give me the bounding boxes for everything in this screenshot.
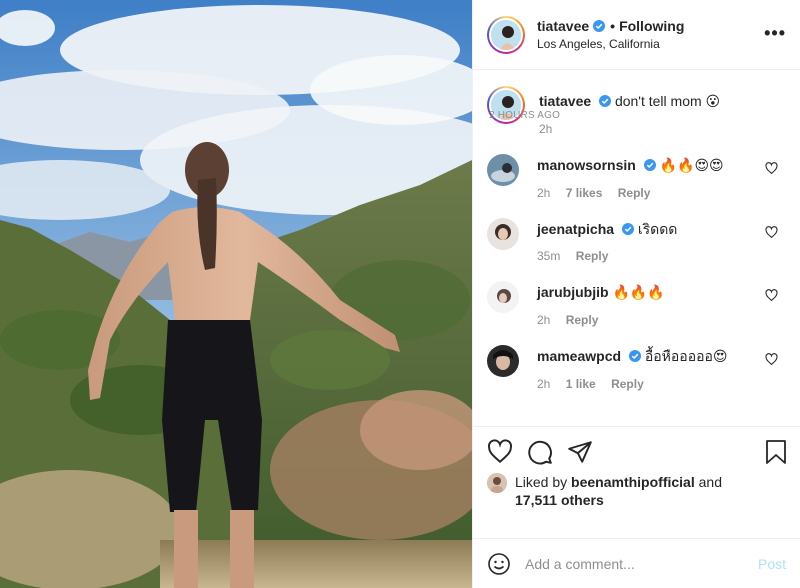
caption-text: don't tell mom: [614, 93, 702, 109]
instagram-post: tiatavee • Following Los Angeles, Califo…: [0, 0, 800, 588]
send-icon[interactable]: [567, 439, 593, 465]
following-button[interactable]: Following: [619, 17, 684, 35]
comment-item: jarubjubjib 🔥🔥🔥 2h Reply: [487, 281, 786, 327]
commenter-username[interactable]: jarubjubjib: [537, 284, 609, 300]
comment-text: อื้อหือออออ😍: [644, 349, 728, 365]
reply-button[interactable]: Reply: [576, 249, 609, 263]
comment-time: 2h: [537, 186, 551, 200]
comment-item: jeenatpicha เริดดด 35m Reply: [487, 218, 786, 263]
reply-button[interactable]: Reply: [611, 377, 644, 391]
comment-text: เริดดด: [637, 221, 678, 237]
likes-count[interactable]: 17,511 others: [515, 492, 604, 508]
commenter-username[interactable]: manowsornsin: [537, 157, 636, 173]
verified-badge-icon: [621, 223, 634, 235]
reply-button[interactable]: Reply: [618, 186, 651, 200]
comment-text: 🔥🔥😍😍: [659, 158, 724, 174]
reply-button[interactable]: Reply: [566, 313, 599, 327]
verified-badge-icon: [628, 350, 641, 362]
author-username[interactable]: tiatavee: [537, 17, 589, 35]
comment-time: 35m: [537, 249, 561, 263]
more-horizontal-icon[interactable]: •••: [764, 24, 786, 42]
heart-icon[interactable]: [765, 162, 778, 175]
add-comment-bar: Post: [473, 538, 800, 588]
comment-time: 2h: [537, 377, 551, 391]
heart-icon[interactable]: [765, 226, 778, 239]
verified-badge-icon: [643, 159, 656, 171]
comment-likes[interactable]: 7 likes: [566, 186, 603, 200]
author-avatar[interactable]: [487, 15, 525, 54]
comment-time: 2h: [537, 313, 551, 327]
comment-text: 🔥🔥🔥: [612, 285, 665, 301]
caption-username[interactable]: tiatavee: [539, 93, 591, 109]
caption-time: 2h: [539, 122, 553, 136]
comment-item: mameawpcd อื้อหือออออ😍 2h 1 like Reply: [487, 345, 786, 391]
heart-icon[interactable]: [487, 439, 513, 465]
comment-icon[interactable]: [527, 439, 553, 465]
verified-badge-icon: [593, 19, 606, 32]
add-comment-input[interactable]: [525, 555, 758, 572]
liked-by-prefix: Liked by: [515, 474, 568, 490]
commenter-avatar[interactable]: [487, 154, 519, 186]
heart-icon[interactable]: [765, 353, 778, 366]
caption-emoji: 😮: [705, 94, 721, 110]
likes-summary: Liked by beenamthipofficial and 17,511 o…: [487, 473, 786, 509]
commenter-username[interactable]: mameawpcd: [537, 348, 621, 364]
comment-item: manowsornsin 🔥🔥😍😍 2h 7 likes Reply: [487, 154, 786, 200]
commenter-avatar[interactable]: [487, 218, 519, 250]
smile-icon[interactable]: [487, 552, 511, 576]
heart-icon[interactable]: [765, 289, 778, 302]
post-image: [0, 0, 472, 588]
commenter-avatar[interactable]: [487, 281, 519, 313]
verified-badge-icon: [599, 95, 612, 107]
post-photo[interactable]: [0, 0, 472, 588]
post-sidebar: tiatavee • Following Los Angeles, Califo…: [472, 0, 800, 588]
commenter-avatar[interactable]: [487, 345, 519, 377]
liker-username[interactable]: beenamthipofficial: [571, 474, 695, 490]
comments-section[interactable]: tiatavee don't tell mom 😮 2h manowsornsi…: [473, 70, 800, 426]
comment-likes[interactable]: 1 like: [566, 377, 596, 391]
post-location[interactable]: Los Angeles, California: [537, 35, 684, 53]
commenter-username[interactable]: jeenatpicha: [537, 221, 614, 237]
header-separator: •: [610, 17, 616, 34]
post-actions: Liked by beenamthipofficial and 17,511 o…: [473, 426, 800, 518]
bookmark-icon[interactable]: [764, 439, 788, 465]
post-time[interactable]: 2 HOURS AGO: [489, 110, 560, 121]
liked-by-and: and: [698, 474, 722, 490]
post-header: tiatavee • Following Los Angeles, Califo…: [473, 0, 800, 70]
post-comment-button[interactable]: Post: [758, 556, 786, 572]
liker-avatar[interactable]: [487, 473, 507, 493]
